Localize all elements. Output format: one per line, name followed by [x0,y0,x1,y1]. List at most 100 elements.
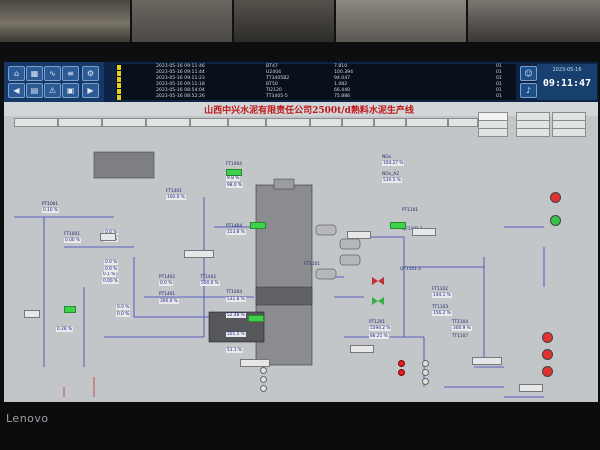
alarm-list-icon[interactable]: ⚠ [44,83,61,98]
scada-screen: ⌂ ▦ ∿ ≡ ⚙ ◀ ▤ ⚠ ▣ ▶ 2023-05-16 09:11:46 B… [4,62,598,402]
tt1402-label: TT1402 [200,275,217,280]
v14-value: 500.0 % [200,281,220,286]
clock-date: 2023-05-16 [552,67,582,73]
fan-icon[interactable] [550,215,561,226]
ft1001-label: FT1001 [64,232,80,237]
option-radio[interactable] [260,376,267,383]
v25-value: 5594.2 % [369,326,392,331]
fan-icon[interactable] [542,366,553,377]
bell-icon[interactable]: ♪ [520,83,537,98]
report-icon[interactable]: ≡ [62,66,79,81]
v21-value: 501.5 % [226,332,246,337]
print-icon[interactable]: ▣ [62,83,79,98]
v13-value: 0.28 % [56,327,74,332]
tab-11[interactable] [406,118,448,127]
pt1401-label: PT1401 [159,292,176,297]
v1-value: 100.0 % [166,195,186,200]
v7-value: 0.0 % [116,312,131,317]
v28-value: 156.2 % [432,311,452,316]
status-indicator [250,222,266,229]
pt1201-label: PT1201 [369,320,386,325]
v16-value: 153.8 % [226,230,246,235]
tab-20[interactable] [516,128,550,137]
next-icon[interactable]: ▶ [82,83,99,98]
fan-icon[interactable] [550,192,561,203]
status-radio[interactable] [422,378,429,385]
tab-19[interactable] [478,128,508,137]
monitor-brand: Lenovo [6,412,49,425]
status-radio[interactable] [422,360,429,367]
v4-value: 0.0 % [104,260,119,265]
pt1402-label: PT1402 [159,275,176,280]
v27-value: 300.9 % [452,326,472,331]
tab-9[interactable] [342,118,374,127]
option-radio[interactable] [260,367,267,374]
status-indicator [248,315,264,322]
control-button[interactable] [350,345,374,353]
control-button[interactable] [519,384,543,392]
chart-icon[interactable]: ▤ [26,83,43,98]
fan-icon[interactable] [542,349,553,360]
alarm-row[interactable]: 2023-05-16 08:52:26 TT3405-5 75.886 01 [116,94,516,100]
v12-value: 0.00 % [102,279,120,284]
tab-4[interactable] [146,118,190,127]
trend-icon[interactable]: ∿ [44,66,61,81]
fan-icon[interactable] [542,332,553,343]
status-indicator [390,222,406,229]
nox2-label: NOx_A2 [382,172,399,177]
tab-2[interactable] [58,118,102,127]
alarm-list[interactable]: 2023-05-16 09:11:46 BT47 7.810 01 2023-05-1… [116,64,516,100]
v22-value: 51.1 % [226,348,244,353]
control-button[interactable] [24,310,40,318]
camera-feed-2 [132,0,234,42]
title-bar: 山西中兴水泥有限责任公司2500t/d熟料水泥生产线 [4,102,598,116]
user-icon[interactable]: ☺ [520,66,537,81]
page-title: 山西中兴水泥有限责任公司2500t/d熟料水泥生产线 [204,106,414,116]
tab-8[interactable] [310,118,342,127]
status-radio[interactable] [422,369,429,376]
clock-time: 09:11:47 [542,78,592,89]
v5-value: 0.0 % [104,267,119,272]
control-button[interactable] [472,357,502,365]
ft1001-value: 0.00 % [64,238,82,243]
camera-feed-3 [234,0,336,42]
control-button[interactable] [347,231,371,239]
v24-value: 530.5 % [382,178,402,183]
camera-feed-1 [0,0,132,42]
camera-feed-4 [336,0,468,42]
tab-1[interactable] [14,118,58,127]
control-button[interactable] [412,228,436,236]
v23-value: 104.27 % [382,161,405,166]
tab-3[interactable] [102,118,146,127]
status-indicator [64,306,76,313]
tab-12[interactable] [448,118,478,127]
control-button[interactable] [184,250,214,258]
control-button[interactable] [100,233,116,241]
alarm-indicator [398,360,405,367]
ft1102-label: FT1102 [432,287,448,292]
pt1001-label: PT1001 [42,202,59,207]
prev-icon[interactable]: ◀ [8,83,25,98]
nav-button-area: ⌂ ▦ ∿ ≡ ⚙ ◀ ▤ ⚠ ▣ ▶ [4,62,104,102]
v19-value: 531.8 % [226,297,246,302]
tab-10[interactable] [374,118,406,127]
tab-21[interactable] [552,128,586,137]
ft1004-status [226,169,242,176]
home-icon[interactable]: ⌂ [8,66,25,81]
v17-value: 9.8 % [226,176,241,181]
tab-5[interactable] [190,118,228,127]
process-diagram [14,151,545,398]
ft1004-label: FT1004 [226,162,242,167]
tt1004-label: TT1004 [226,290,243,295]
ft1401-label: FT1401 [166,189,182,194]
grid-icon[interactable]: ▦ [26,66,43,81]
nox-label: NOx [382,155,392,160]
v8-value: 0.0 % [159,281,174,286]
control-button[interactable] [240,359,270,367]
tab-7[interactable] [266,118,310,127]
tt1104-label: TT1104 [452,320,469,325]
v29-value: 144.1 % [432,293,452,298]
option-radio[interactable] [260,385,267,392]
settings-icon[interactable]: ⚙ [82,66,99,81]
tab-6[interactable] [228,118,266,127]
